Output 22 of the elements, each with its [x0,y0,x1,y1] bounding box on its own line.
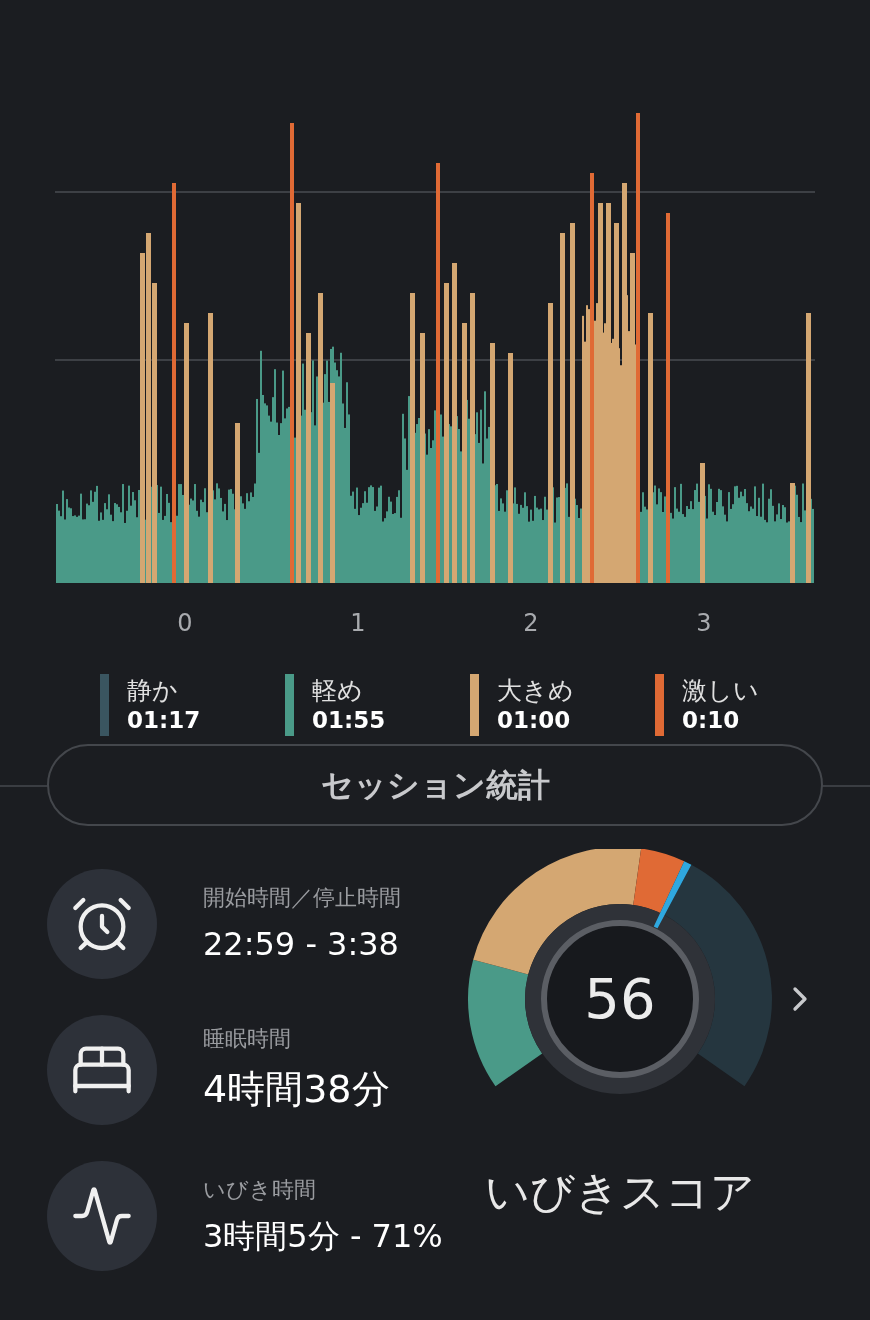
legend-value: 01:00 [497,706,572,735]
axis-tick-label: 3 [696,608,712,639]
legend-label: 静か [127,675,179,707]
legend-value: 01:17 [127,706,201,735]
stat-label: 睡眠時間 [203,1025,292,1053]
score-title: いびきスコア [485,1165,755,1219]
stat-label: 開始時間／停止時間 [203,883,401,912]
legend-value: 0:10 [682,706,741,735]
stat-label: いびき時間 [203,1175,317,1204]
axis-tick-label: 0 [177,608,193,639]
axis-tick-label: 1 [350,608,366,639]
legend-value: 01:55 [312,706,386,735]
stat-value: 22:59 - 3:38 [203,923,400,965]
stat-value: 3時間5分 - 71% [203,1215,443,1257]
session-stats-button[interactable]: セッション統計 [47,744,823,826]
pulse-wave-icon [70,1184,134,1248]
score-value: 56 [584,965,656,1033]
legend-label: 大きめ [497,675,574,707]
axis-tick-label: 2 [523,608,539,639]
legend-label: 軽め [312,675,364,707]
legend-label: 激しい [682,675,759,707]
stat-value: 4時間38分 [203,1066,390,1113]
